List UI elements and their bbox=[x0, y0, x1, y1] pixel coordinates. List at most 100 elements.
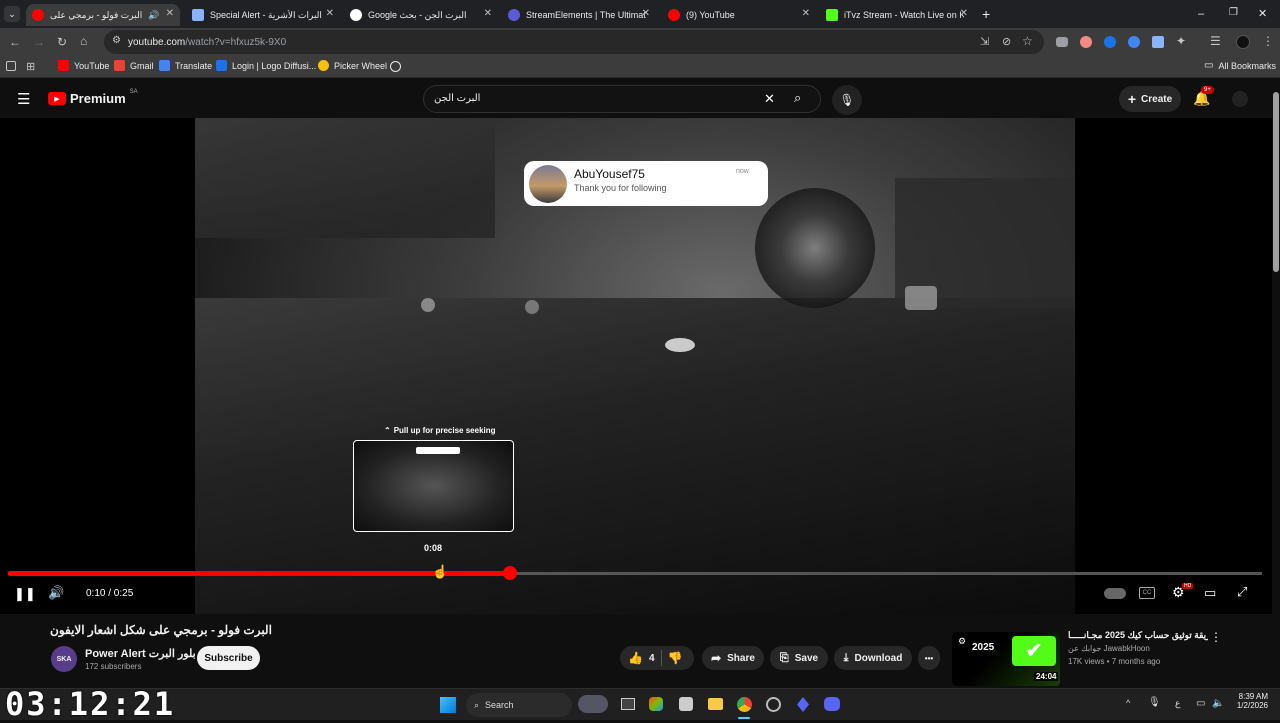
minimize-window-icon[interactable]: – bbox=[1198, 8, 1204, 20]
bookmark-youtube[interactable]: YouTube bbox=[58, 60, 109, 71]
recommendation-thumbnail[interactable]: ⚙ 2025 ✔ 24:04 bbox=[952, 632, 1060, 686]
console-knob-image bbox=[665, 338, 695, 352]
restore-window-icon[interactable]: ❐ bbox=[1229, 7, 1238, 18]
channel-avatar[interactable]: SKA bbox=[51, 646, 77, 672]
more-actions-button[interactable]: ••• bbox=[918, 646, 940, 670]
extension-flame-icon[interactable] bbox=[1080, 36, 1092, 48]
tab-youtube[interactable]: (9) YouTube ✕ bbox=[662, 4, 816, 26]
extension-grid-icon[interactable] bbox=[1152, 36, 1164, 48]
save-button[interactable]: ⎘ Save bbox=[770, 646, 828, 670]
back-arrow-icon[interactable]: ← bbox=[9, 36, 21, 48]
input-language[interactable]: ع bbox=[1175, 698, 1180, 709]
tab-streamelements[interactable]: StreamElements | The Ultimate ✕ bbox=[502, 4, 656, 26]
microphone-tray-icon[interactable]: 🎙 bbox=[1148, 697, 1161, 708]
search-input[interactable]: البرت الجن ✕ ⌕ bbox=[423, 85, 821, 113]
widgets-icon[interactable] bbox=[578, 695, 608, 713]
close-tab-icon[interactable]: ✕ bbox=[642, 8, 650, 19]
site-info-icon[interactable]: ⚙ bbox=[112, 35, 121, 46]
bookmark-picker-wheel[interactable]: Picker Wheel bbox=[318, 60, 387, 71]
tab-google-search[interactable]: Google البرت الجن - بحث ✕ bbox=[344, 4, 498, 26]
voice-search-button[interactable]: 🎙 bbox=[832, 85, 862, 115]
extensions-puzzle-icon[interactable]: ✦ bbox=[1176, 35, 1186, 47]
address-bar[interactable]: ⚙ youtube.com/watch?v=hfxuz5k-9X0 ⇲ ⊘ ☆ bbox=[104, 30, 1044, 54]
subtitles-icon[interactable]: CC bbox=[1139, 587, 1155, 599]
tab-groups-icon[interactable] bbox=[6, 61, 16, 71]
system-clock[interactable]: 8:39 AM 1/2/2026 bbox=[1232, 692, 1268, 710]
tray-overflow-icon[interactable]: ^ bbox=[1126, 698, 1130, 708]
volume-icon[interactable]: 🔊 bbox=[48, 585, 64, 601]
fullscreen-icon[interactable]: ⤢ bbox=[1237, 584, 1247, 600]
task-view-icon[interactable] bbox=[621, 698, 635, 710]
reload-icon[interactable]: ↻ bbox=[57, 36, 67, 48]
pause-icon[interactable]: ❚❚ bbox=[14, 586, 36, 602]
download-button[interactable]: ⤓ Download bbox=[834, 646, 912, 670]
file-explorer-icon[interactable] bbox=[708, 698, 723, 710]
share-button[interactable]: ➦ Share bbox=[702, 646, 764, 670]
reading-list-icon[interactable]: ☰ bbox=[1210, 35, 1221, 47]
close-tab-icon[interactable]: ✕ bbox=[326, 8, 334, 19]
all-bookmarks-button[interactable]: ▭ All Bookmarks bbox=[1204, 60, 1276, 71]
close-tab-icon[interactable]: ✕ bbox=[802, 8, 810, 19]
new-tab-button[interactable]: + bbox=[982, 6, 990, 22]
autoplay-toggle[interactable] bbox=[1104, 588, 1126, 599]
tab-kick-stream[interactable]: iTvz Stream - Watch Live on Ki ✕ bbox=[820, 4, 974, 26]
clear-search-icon[interactable]: ✕ bbox=[764, 91, 775, 107]
discord-icon[interactable] bbox=[824, 697, 840, 711]
video-player[interactable]: AbuYousef75 Thank you for following now … bbox=[0, 118, 1280, 614]
folder-icon: ▭ bbox=[1204, 60, 1214, 71]
close-window-icon[interactable]: ✕ bbox=[1258, 7, 1267, 20]
wheel-icon bbox=[318, 60, 329, 71]
tab-special-alert[interactable]: Special Alert - البرات الأشرية ✕ bbox=[186, 4, 340, 26]
eye-off-icon[interactable]: ⊘ bbox=[1002, 35, 1011, 48]
browser-toolbar: ← → ↻ ⌂ ⚙ youtube.com/watch?v=hfxuz5k-9X… bbox=[0, 28, 1280, 56]
recommendation-title[interactable]: طريقة توثيق حساب كيك 2025 مجـانـــــا bbox=[1068, 630, 1208, 641]
account-avatar[interactable] bbox=[1232, 91, 1248, 107]
extension-translate-icon[interactable] bbox=[1128, 36, 1140, 48]
globe-icon[interactable] bbox=[390, 61, 401, 72]
theater-mode-icon[interactable]: ▭ bbox=[1204, 585, 1216, 601]
like-button[interactable]: 👍 4 bbox=[628, 651, 655, 665]
apps-grid-icon[interactable]: ⊞ bbox=[26, 60, 35, 73]
bookmark-login-logo[interactable]: Login | Logo Diffusi... bbox=[216, 60, 316, 71]
bookmark-star-icon[interactable]: ☆ bbox=[1022, 34, 1033, 48]
network-icon[interactable]: ▭ bbox=[1196, 698, 1205, 709]
close-tab-icon[interactable]: ✕ bbox=[960, 8, 968, 19]
profile-avatar[interactable] bbox=[1236, 35, 1250, 49]
bookmark-gmail[interactable]: Gmail bbox=[114, 60, 154, 71]
close-tab-icon[interactable]: ✕ bbox=[484, 8, 492, 19]
close-tab-icon[interactable]: ✕ bbox=[166, 8, 174, 19]
notifications-button[interactable]: 🔔 9+ bbox=[1193, 86, 1214, 107]
tab-search-icon[interactable]: ⌄ bbox=[4, 6, 20, 22]
search-icon[interactable]: ⌕ bbox=[794, 90, 801, 106]
bookmark-translate[interactable]: Translate bbox=[159, 60, 212, 71]
like-divider bbox=[660, 650, 662, 666]
bookmark-label: Picker Wheel bbox=[334, 60, 388, 71]
channel-name[interactable]: Power Alert بلور البرت bbox=[85, 647, 196, 660]
browser-menu-icon[interactable]: ⋮ bbox=[1262, 35, 1274, 47]
scrollbar-thumb[interactable] bbox=[1273, 92, 1279, 272]
progress-scrubber[interactable] bbox=[503, 566, 517, 580]
create-button[interactable]: + Create bbox=[1119, 86, 1181, 112]
install-app-icon[interactable]: ⇲ bbox=[980, 35, 989, 48]
hamburger-menu-icon[interactable]: ☰ bbox=[17, 90, 30, 108]
recommendation-menu-icon[interactable]: ⋮ bbox=[1210, 630, 1222, 644]
seek-preview-thumbnail bbox=[353, 440, 514, 532]
speaker-tray-icon[interactable]: 🔈 bbox=[1212, 698, 1224, 709]
translate-icon bbox=[159, 60, 170, 71]
extension-gamepad-icon[interactable] bbox=[1056, 37, 1068, 47]
forward-arrow-icon[interactable]: → bbox=[33, 36, 45, 48]
extension-blue-icon[interactable] bbox=[1104, 36, 1116, 48]
subscribe-button[interactable]: Subscribe bbox=[197, 646, 260, 670]
tab-video[interactable]: البرت فولو - برمجي على 🔊 ✕ bbox=[26, 4, 180, 26]
app-diamond-icon[interactable] bbox=[797, 697, 809, 712]
chrome-icon[interactable] bbox=[737, 697, 752, 712]
taskbar-search[interactable]: ⌕ Search bbox=[466, 693, 572, 717]
dislike-button[interactable]: 👎 bbox=[668, 651, 683, 665]
store-icon[interactable] bbox=[679, 697, 693, 711]
windows-start-icon[interactable] bbox=[440, 697, 456, 713]
obs-icon[interactable] bbox=[766, 697, 781, 712]
copilot-icon[interactable] bbox=[649, 697, 663, 711]
recommendation-channel[interactable]: جوابك عن JawabkHoon bbox=[1068, 644, 1150, 653]
home-icon[interactable]: ⌂ bbox=[80, 35, 87, 47]
youtube-premium-logo[interactable]: ▶ Premium SA bbox=[48, 89, 138, 106]
